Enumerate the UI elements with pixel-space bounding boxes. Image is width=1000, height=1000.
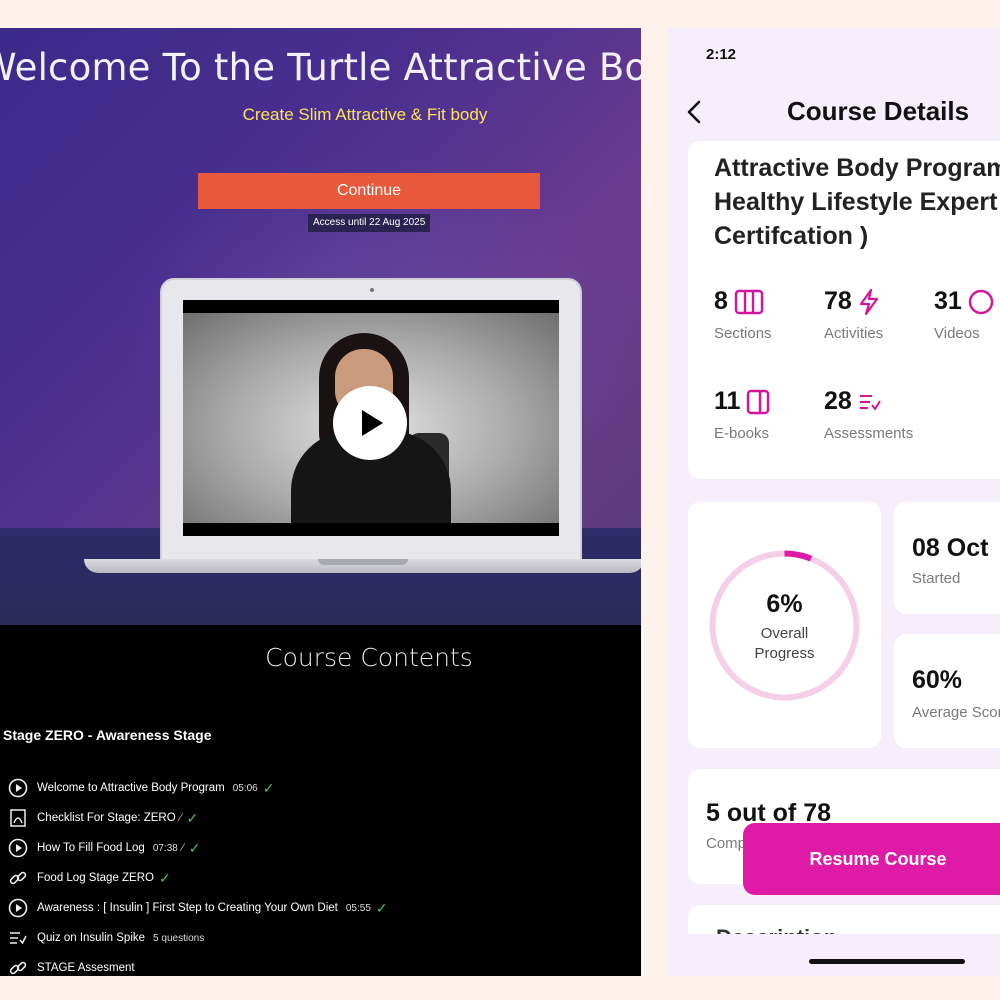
home-indicator[interactable] <box>809 959 965 964</box>
stat-label: Videos <box>934 325 980 342</box>
started-label: Started <box>912 570 961 587</box>
ebook-icon <box>747 389 770 414</box>
checkmark-icon: ✓ <box>158 869 171 886</box>
progress-card: 6% Overall Progress <box>688 502 881 748</box>
checkmark-icon: ✓ <box>375 899 388 916</box>
lesson-item[interactable]: Checklist For Stage: ZERO ∕ ✓ <box>7 803 637 833</box>
video-screen <box>183 300 559 536</box>
sections-icon <box>734 289 764 314</box>
course-title: Attractive Body Program ( Healthy Lifest… <box>714 154 1000 250</box>
play-circle-icon <box>7 777 29 799</box>
back-button[interactable] <box>682 97 708 127</box>
laptop-mockup <box>160 278 582 568</box>
laptop-camera <box>370 288 374 292</box>
stat-value: 31 <box>934 287 962 315</box>
stat-activities: 78 Activities <box>824 287 883 342</box>
average-score-card: 60% Average Score <box>894 634 1000 748</box>
course-summary-card: Attractive Body Program ( Healthy Lifest… <box>688 141 1000 479</box>
assessment-icon <box>859 394 881 411</box>
lesson-title: Food Log Stage ZERO <box>37 872 154 884</box>
lesson-title: Welcome to Attractive Body Program <box>37 782 225 794</box>
status-bar-time: 2:12 <box>706 46 737 63</box>
link-icon <box>7 867 29 889</box>
stage-title[interactable]: Stage ZERO - Awareness Stage <box>3 727 212 743</box>
stat-videos: 31 Videos <box>934 287 994 342</box>
average-score-label: Average Score <box>912 704 1000 721</box>
hero-subtitle: Create Slim Attractive & Fit body <box>242 105 488 124</box>
progress-label: Overall Progress <box>688 624 881 664</box>
lightning-icon <box>859 288 878 315</box>
stat-label: E-books <box>714 425 770 442</box>
lesson-title: Checklist For Stage: ZERO <box>37 812 176 824</box>
course-website-panel: Welcome To the Turtle Attractive Body BO… <box>0 28 641 976</box>
access-note: Access until 22 Aug 2025 <box>308 214 431 232</box>
play-circle-icon <box>7 897 29 919</box>
stat-value: 78 <box>824 287 852 315</box>
stat-sections: 8 Sections <box>714 287 772 342</box>
play-circle-icon <box>7 837 29 859</box>
average-score-value: 60% <box>912 666 963 694</box>
lesson-item[interactable]: Awareness : [ Insulin ] First Step to Cr… <box>7 893 637 923</box>
laptop-notch <box>318 559 408 565</box>
stat-label: Assessments <box>824 425 914 442</box>
lesson-title: How To Fill Food Log <box>37 842 145 854</box>
paperclip-icon: ∕ <box>179 812 182 824</box>
lesson-title: Quiz on Insulin Spike <box>37 932 146 944</box>
continue-button[interactable]: Continue <box>198 173 540 209</box>
play-button[interactable] <box>333 386 407 460</box>
lesson-item[interactable]: Quiz on Insulin Spike 5 questions <box>7 923 637 953</box>
mobile-app-panel: 2:12 Course Details Attractive Body Prog… <box>668 28 1000 976</box>
stat-ebooks: 11 E-books <box>714 387 770 442</box>
checkmark-icon: ✓ <box>186 809 199 826</box>
stat-assessments: 28 Assessments <box>824 387 913 442</box>
checkmark-icon: ✓ <box>188 839 201 856</box>
video-icon <box>968 289 994 314</box>
lesson-meta: 05:06 <box>232 782 258 794</box>
stat-value: 28 <box>824 387 852 415</box>
progress-label-text: Overall Progress <box>754 625 815 662</box>
lesson-list: Welcome to Attractive Body Program 05:06 ✓… <box>7 773 637 976</box>
lesson-title: Awareness : [ Insulin ] First Step to Cr… <box>37 902 338 914</box>
hero-title: Welcome To the Turtle Attractive Body BO… <box>0 46 641 89</box>
stat-label: Sections <box>714 325 772 342</box>
hero-banner: Welcome To the Turtle Attractive Body BO… <box>0 28 641 625</box>
started-card: 08 Oct Started <box>894 502 1000 614</box>
resume-course-button[interactable]: Resume Course <box>743 823 1000 895</box>
lesson-meta: 07:38 <box>152 842 178 854</box>
course-contents-title: Course Contents <box>265 643 473 672</box>
pdf-icon <box>7 807 29 829</box>
checkmark-icon: ✓ <box>262 779 275 796</box>
lesson-item[interactable]: Food Log Stage ZERO ✓ <box>7 863 637 893</box>
lesson-meta: 5 questions <box>153 932 205 944</box>
intro-video[interactable] <box>183 313 559 523</box>
lesson-item[interactable]: STAGE Assesment <box>7 953 637 976</box>
stat-value: 8 <box>714 287 728 315</box>
app-header: Course Details <box>668 83 1000 141</box>
lesson-item[interactable]: Welcome to Attractive Body Program 05:06 ✓ <box>7 773 637 803</box>
paperclip-icon: ∕ <box>181 842 184 854</box>
quiz-icon <box>7 927 29 949</box>
progress-value: 6% <box>766 590 803 618</box>
bottom-bar <box>668 934 1000 976</box>
lesson-meta: 05:55 <box>345 902 371 914</box>
link-icon <box>7 957 29 976</box>
stat-label: Activities <box>824 325 884 342</box>
stat-value: 11 <box>714 387 741 415</box>
lesson-item[interactable]: How To Fill Food Log 07:38 ∕ ✓ <box>7 833 637 863</box>
started-date: 08 Oct <box>912 534 989 562</box>
chevron-left-icon <box>687 100 701 124</box>
lesson-title: STAGE Assesment <box>37 962 135 974</box>
play-icon <box>362 410 383 436</box>
course-contents-section: Course Contents Stage ZERO - Awareness S… <box>0 625 641 976</box>
page-title: Course Details <box>787 96 970 126</box>
